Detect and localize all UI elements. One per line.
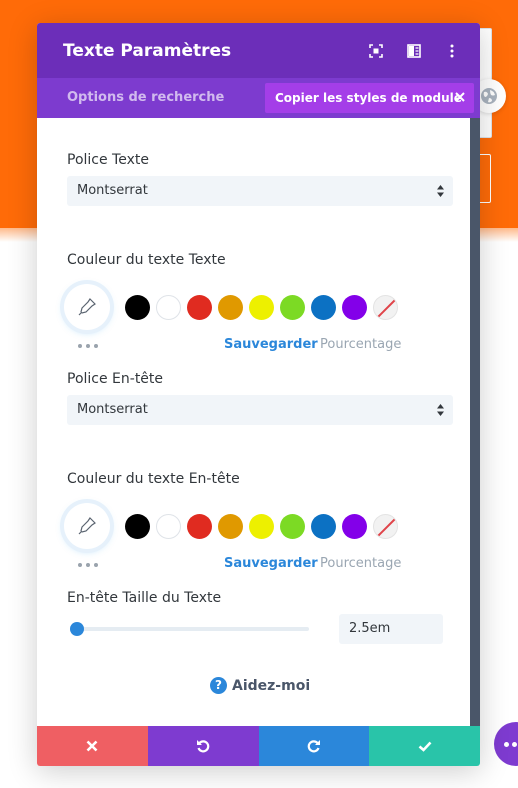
text-font-select[interactable]: Montserrat [67, 176, 453, 206]
eyedropper-icon [78, 298, 96, 316]
eyedropper-icon [78, 517, 96, 535]
modal-tabs: Options de recherche Copier les styles d… [37, 78, 480, 118]
header-font-label: Police En-tête [67, 371, 164, 387]
color-swatch-white[interactable] [156, 295, 181, 320]
modal-title: Texte Paramètres [63, 40, 232, 61]
more-colors-icon[interactable] [78, 563, 98, 569]
fullscreen-icon[interactable] [366, 41, 386, 61]
save-color-link[interactable]: Sauvegarder [224, 556, 318, 571]
color-swatch-red[interactable] [187, 514, 212, 539]
more-actions-fab[interactable] [494, 722, 518, 766]
color-swatch-green[interactable] [280, 295, 305, 320]
text-color-picker[interactable] [64, 284, 110, 330]
header-font-select[interactable]: Montserrat [67, 395, 453, 425]
text-color-label: Couleur du texte Texte [67, 252, 226, 268]
header-size-input[interactable]: 2.5em [339, 614, 443, 644]
text-font-value: Montserrat [77, 183, 148, 198]
close-icon[interactable] [454, 91, 466, 103]
color-swatch-black[interactable] [125, 295, 150, 320]
undo-icon [197, 740, 210, 753]
color-swatch-white[interactable] [156, 514, 181, 539]
color-swatch-black[interactable] [125, 514, 150, 539]
select-arrows-icon [437, 404, 444, 416]
more-vertical-icon[interactable] [442, 41, 462, 61]
color-swatch-green[interactable] [280, 514, 305, 539]
modal-footer [37, 726, 480, 766]
close-icon [86, 740, 98, 752]
color-swatch-yellow[interactable] [249, 295, 274, 320]
color-swatch-blue[interactable] [311, 295, 336, 320]
header-size-slider-thumb[interactable] [70, 622, 84, 636]
no-color-icon [377, 299, 396, 318]
header-size-label: En-tête Taille du Texte [67, 590, 222, 606]
select-arrows-icon [437, 185, 444, 197]
tab-search-options[interactable]: Options de recherche [67, 78, 224, 118]
modal-header[interactable]: Texte Paramètres [37, 23, 480, 78]
header-color-label: Couleur du texte En-tête [67, 471, 240, 487]
header-font-value: Montserrat [77, 402, 148, 417]
header-icons [348, 23, 462, 78]
color-swatch-yellow[interactable] [249, 514, 274, 539]
save-color-link[interactable]: Sauvegarder [224, 337, 318, 352]
color-swatch-purple[interactable] [342, 514, 367, 539]
fab-dot [512, 741, 517, 747]
copy-styles-notice[interactable]: Copier les styles de module [265, 83, 474, 113]
color-swatch-none[interactable] [373, 514, 398, 539]
color-swatch-red[interactable] [187, 295, 212, 320]
more-colors-icon[interactable] [78, 344, 98, 350]
percentage-link[interactable]: Pourcentage [320, 337, 401, 352]
save-button[interactable] [369, 726, 480, 766]
globe-icon [481, 88, 497, 104]
redo-icon [307, 740, 320, 753]
split-view-icon[interactable] [404, 41, 424, 61]
help-link[interactable]: ? Aidez-moi [210, 677, 310, 694]
redo-button[interactable] [258, 726, 370, 766]
color-swatch-blue[interactable] [311, 514, 336, 539]
color-swatch-orange[interactable] [218, 295, 243, 320]
text-font-label: Police Texte [67, 152, 149, 168]
help-label: Aidez-moi [232, 677, 311, 694]
copy-styles-label: Copier les styles de module [275, 91, 462, 105]
color-swatch-purple[interactable] [342, 295, 367, 320]
header-color-picker[interactable] [64, 503, 110, 549]
undo-button[interactable] [147, 726, 259, 766]
help-icon: ? [210, 677, 227, 694]
settings-modal: Texte Paramètres Options de recherche Co… [37, 23, 480, 766]
scrollbar[interactable] [470, 118, 480, 726]
no-color-icon [377, 518, 396, 537]
fab-dot [504, 741, 509, 747]
cancel-button[interactable] [37, 726, 148, 766]
percentage-link[interactable]: Pourcentage [320, 556, 401, 571]
color-swatch-orange[interactable] [218, 514, 243, 539]
header-size-slider-track[interactable] [77, 627, 309, 631]
check-icon [418, 741, 432, 752]
color-swatch-none[interactable] [373, 295, 398, 320]
